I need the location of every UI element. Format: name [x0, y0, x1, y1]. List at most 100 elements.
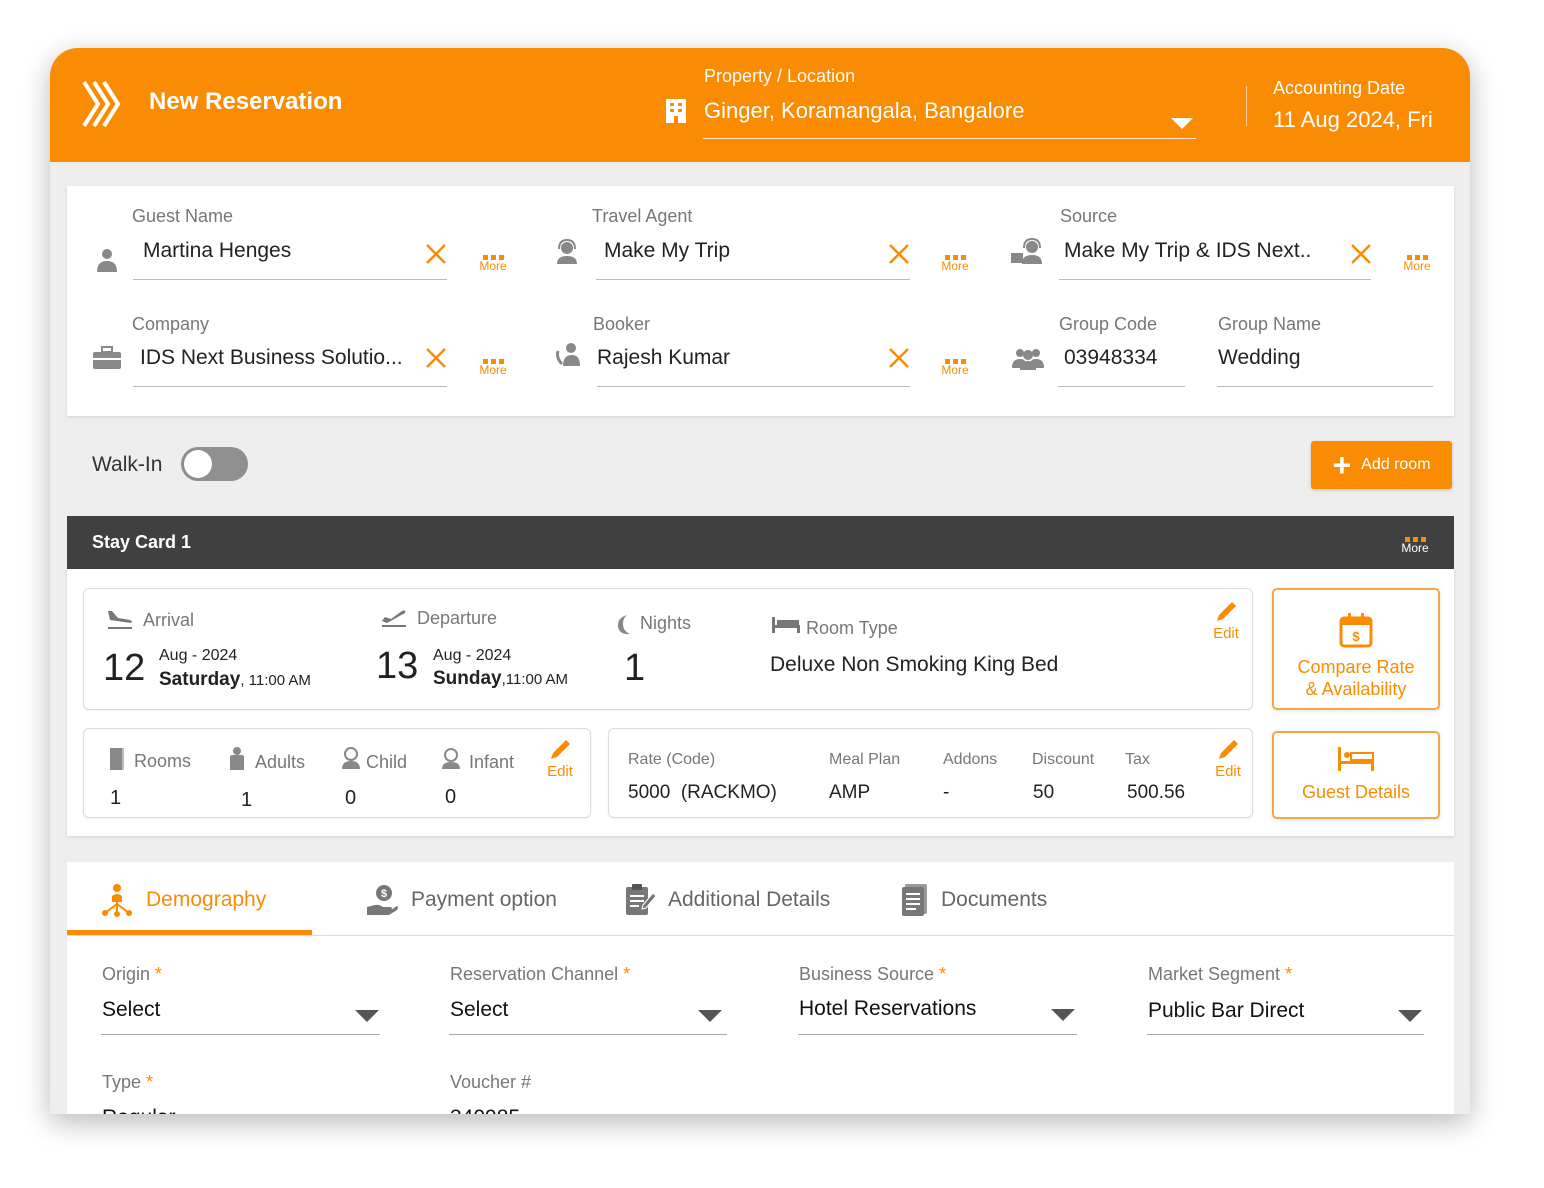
add-room-label: Add room	[1361, 456, 1431, 473]
toggle-knob	[184, 450, 212, 478]
more-label: More	[941, 259, 969, 273]
company-input[interactable]: IDS Next Business Solutio...	[140, 346, 403, 370]
headset-agent-icon	[557, 238, 577, 264]
stay-card-more-button[interactable]: More	[1397, 531, 1433, 555]
more-label: More	[479, 363, 507, 377]
company-more-button[interactable]: More	[475, 353, 511, 377]
source-underline	[1059, 279, 1371, 280]
group-name-input[interactable]: Wedding	[1218, 346, 1301, 370]
booker-more-button[interactable]: More	[937, 353, 973, 377]
stay-card-header: Stay Card 1 More	[67, 516, 1454, 569]
rooms-value: 1	[110, 787, 122, 809]
rate-code-label: Rate (Code)	[628, 751, 716, 768]
group-code-label: Group Code	[1059, 314, 1158, 334]
more-dots-icon	[475, 249, 511, 260]
guest-name-more-button[interactable]: More	[475, 249, 511, 273]
moon-icon	[617, 615, 630, 635]
travel-agent-input[interactable]: Make My Trip	[604, 239, 730, 263]
market-segment-label: Market Segment *	[1148, 964, 1293, 984]
property-label: Property / Location	[704, 66, 856, 86]
market-segment-select[interactable]: Public Bar Direct	[1148, 999, 1304, 1023]
voucher-label: Voucher #	[450, 1072, 532, 1092]
clear-icon[interactable]	[425, 347, 447, 369]
pencil-icon	[551, 740, 570, 759]
svg-text:$: $	[381, 888, 387, 900]
origin-underline	[101, 1034, 380, 1035]
type-label: Type *	[102, 1072, 154, 1092]
reservation-channel-select[interactable]: Select	[450, 998, 508, 1022]
compare-rate-button[interactable]: $ Compare Rate & Availability	[1272, 588, 1440, 710]
company-underline	[133, 386, 447, 387]
property-underline	[703, 138, 1196, 139]
guest-details-button[interactable]: Guest Details	[1272, 731, 1440, 819]
more-label: More	[1403, 259, 1431, 273]
tab-payment-option[interactable]: $ Payment option	[365, 880, 557, 920]
more-dots-icon	[937, 249, 973, 260]
origin-select[interactable]: Select	[102, 998, 160, 1022]
payment-hand-icon: $	[367, 885, 398, 915]
group-icon	[1012, 349, 1044, 370]
departure-weekday: Sunday,11:00 AM	[433, 668, 569, 689]
more-label: More	[941, 363, 969, 377]
tab-additional-details[interactable]: Additional Details	[624, 880, 830, 920]
company-label: Company	[132, 314, 210, 334]
accounting-date-label: Accounting Date	[1273, 78, 1406, 98]
meal-plan-value: AMP	[829, 782, 871, 803]
bed-icon	[772, 617, 800, 633]
group-code-input[interactable]: 03948334	[1064, 346, 1157, 370]
source-more-button[interactable]: More	[1399, 249, 1435, 273]
header-divider	[1246, 86, 1247, 126]
clear-icon[interactable]	[888, 347, 910, 369]
document-icon	[902, 884, 927, 916]
chevron-down-icon[interactable]	[1398, 1010, 1422, 1022]
business-source-select[interactable]: Hotel Reservations	[799, 997, 976, 1021]
chevron-down-icon[interactable]	[698, 1010, 722, 1022]
type-select[interactable]: Regular	[102, 1106, 176, 1114]
walk-in-toggle[interactable]	[181, 447, 248, 481]
meal-plan-label: Meal Plan	[829, 751, 901, 768]
source-input[interactable]: Make My Trip & IDS Next..	[1064, 239, 1311, 263]
origin-label: Origin *	[102, 964, 163, 984]
tab-demography[interactable]: Demography	[100, 880, 266, 920]
dates-edit-button[interactable]: Edit	[1208, 599, 1244, 642]
chevron-down-icon[interactable]	[1051, 1009, 1075, 1021]
departure-label: Departure	[417, 608, 498, 628]
booker-label: Booker	[593, 314, 651, 334]
addons-value: -	[943, 782, 950, 803]
market-segment-underline	[1147, 1034, 1424, 1035]
room-type-value: Deluxe Non Smoking King Bed	[770, 653, 1059, 676]
nights-label: Nights	[640, 613, 692, 633]
booker-input[interactable]: Rajesh Kumar	[597, 346, 730, 370]
travel-agent-underline	[596, 279, 910, 280]
accounting-date-value: 11 Aug 2024, Fri	[1273, 107, 1433, 132]
tax-label: Tax	[1125, 751, 1150, 768]
clear-icon[interactable]	[1350, 243, 1372, 265]
rate-code-value: 5000 (RACKMO)	[628, 782, 777, 803]
arrival-month-year: Aug - 2024	[159, 647, 238, 664]
clipboard-edit-icon	[626, 884, 656, 915]
travel-agent-more-button[interactable]: More	[937, 249, 973, 273]
stay-dates-box: Arrival 12 Aug - 2024 Saturday, 11:00 AM…	[83, 588, 1253, 710]
tab-label: Documents	[941, 888, 1048, 911]
occupancy-edit-button[interactable]: Edit	[542, 737, 578, 780]
voucher-input[interactable]: 340985	[450, 1106, 520, 1114]
departure-day: 13	[376, 645, 419, 687]
app-logo-icon[interactable]	[80, 80, 124, 128]
clear-icon[interactable]	[888, 243, 910, 265]
chevron-down-icon[interactable]	[355, 1010, 379, 1022]
door-icon	[110, 748, 124, 770]
pencil-icon	[1219, 740, 1238, 759]
rate-edit-button[interactable]: Edit	[1210, 737, 1246, 780]
tab-documents[interactable]: Documents	[901, 880, 1047, 920]
travel-agent-label: Travel Agent	[592, 206, 693, 226]
booker-underline	[597, 386, 910, 387]
add-room-button[interactable]: + Add room	[1311, 441, 1452, 489]
tax-value: 500.56	[1127, 782, 1186, 803]
guest-name-input[interactable]: Martina Henges	[143, 239, 291, 263]
chevron-down-icon[interactable]	[1171, 118, 1193, 129]
stay-card-title: Stay Card 1	[92, 532, 192, 552]
more-dots-icon	[937, 353, 973, 364]
property-select[interactable]: Ginger, Koramangala, Bangalore	[704, 98, 1024, 124]
group-name-underline	[1217, 386, 1433, 387]
clear-icon[interactable]	[425, 243, 447, 265]
